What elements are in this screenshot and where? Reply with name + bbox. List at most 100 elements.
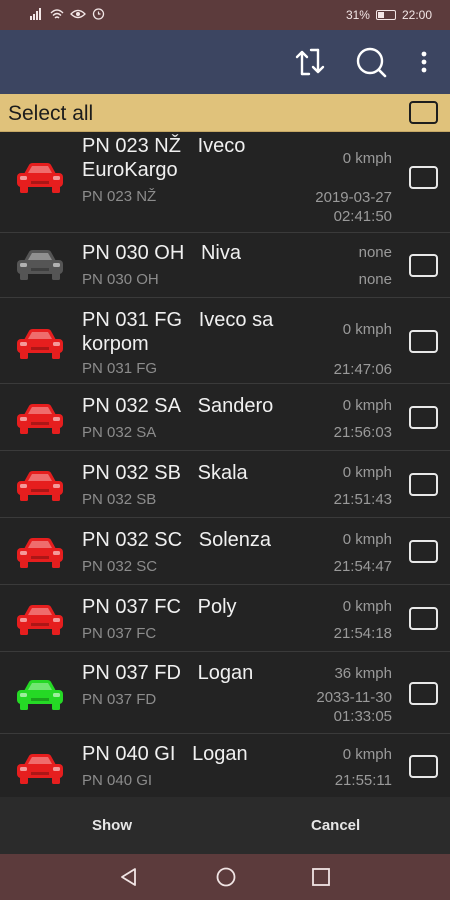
alarm-icon: [92, 8, 105, 20]
vehicle-last-update: 21:54:18: [333, 625, 392, 642]
vehicle-row[interactable]: PN 037 FD Logan PN 037 FD 36 kmph 2033-11-3…: [0, 652, 450, 734]
search-icon[interactable]: [353, 44, 389, 80]
vehicle-title: PN 032 SC Solenza: [82, 528, 312, 552]
vehicle-subtitle: PN 032 SA: [82, 424, 157, 441]
select-all-checkbox[interactable]: [409, 101, 438, 124]
vehicle-last-update: 21:55:11: [334, 772, 392, 789]
vehicle-model: Logan: [197, 662, 254, 684]
car-icon: [14, 535, 66, 571]
vehicle-model: Solenza: [198, 529, 272, 551]
car-icon: [14, 326, 66, 362]
back-icon[interactable]: [117, 866, 141, 888]
vehicle-model: Skala: [197, 462, 248, 484]
vehicle-title: PN 040 GI Logan: [82, 742, 312, 766]
vehicle-subtitle: PN 037 FC: [82, 625, 157, 642]
overflow-menu-icon[interactable]: [406, 44, 442, 80]
vehicle-checkbox[interactable]: [409, 166, 438, 189]
vehicle-plate: PN 032 SA: [82, 395, 181, 417]
vehicle-title: PN 037 FD Logan: [82, 661, 312, 685]
vehicle-last-update: 2033-11-30 01:33:05: [316, 689, 392, 725]
vehicle-checkbox[interactable]: [409, 682, 438, 705]
car-icon: [14, 751, 66, 787]
vehicle-plate: PN 032 SC: [82, 529, 183, 551]
vehicle-subtitle: PN 040 GI: [82, 772, 153, 789]
vehicle-speed: 36 kmph: [334, 665, 392, 682]
vehicle-last-update: 21:47:06: [333, 361, 392, 378]
vehicle-model: Poly: [197, 596, 237, 618]
vehicle-last-update: none: [358, 271, 392, 288]
home-icon[interactable]: [214, 866, 238, 888]
car-icon: [14, 468, 66, 504]
vehicle-list[interactable]: PN 023 NŽ Iveco EuroKargo PN 023 NŽ 0 kmph…: [0, 132, 450, 797]
car-icon: [14, 247, 66, 283]
system-nav-bar: [0, 854, 450, 900]
vehicle-subtitle: PN 023 NŽ: [82, 188, 157, 205]
vehicle-title: PN 030 OH Niva: [82, 241, 312, 265]
footer-bar: Show Cancel: [0, 797, 450, 854]
vehicle-plate: PN 023 NŽ: [82, 135, 181, 157]
vehicle-subtitle: PN 030 OH: [82, 271, 159, 288]
vehicle-plate: PN 030 OH: [82, 242, 185, 264]
vehicle-speed: 0 kmph: [342, 397, 392, 414]
vehicle-row[interactable]: PN 030 OH Niva PN 030 OH none none: [0, 233, 450, 298]
vehicle-speed: none: [358, 244, 392, 261]
vehicle-plate: PN 031 FG: [82, 309, 183, 331]
vehicle-plate: PN 032 SB: [82, 462, 181, 484]
car-icon: [14, 160, 66, 196]
vehicle-title: PN 032 SB Skala: [82, 461, 312, 485]
car-icon: [14, 401, 66, 437]
vehicle-speed: 0 kmph: [342, 746, 392, 763]
vehicle-row[interactable]: PN 032 SB Skala PN 032 SB 0 kmph 21:51:43: [0, 451, 450, 518]
sync-icon[interactable]: [292, 44, 328, 80]
vehicle-plate: PN 040 GI: [82, 743, 176, 765]
vehicle-title: PN 031 FG Iveco sa korpom: [82, 308, 312, 356]
vehicle-row[interactable]: PN 032 SA Sandero PN 032 SA 0 kmph 21:56:03: [0, 384, 450, 451]
vehicle-subtitle: PN 032 SC: [82, 558, 158, 575]
vehicle-checkbox[interactable]: [409, 540, 438, 563]
vehicle-last-update: 21:54:47: [333, 558, 392, 575]
vehicle-speed: 0 kmph: [342, 531, 392, 548]
vehicle-title: PN 032 SA Sandero: [82, 394, 312, 418]
eye-icon: [70, 9, 86, 18]
select-all-label: Select all: [8, 102, 94, 125]
vehicle-plate: PN 037 FD: [82, 662, 181, 684]
car-icon: [14, 677, 66, 713]
battery-icon: [375, 10, 396, 20]
cancel-button[interactable]: Cancel: [311, 817, 360, 834]
vehicle-model: Logan: [192, 743, 248, 765]
vehicle-checkbox[interactable]: [409, 755, 438, 778]
recents-icon[interactable]: [309, 866, 333, 888]
clock: 22:00: [401, 8, 432, 22]
select-all-bar[interactable]: Select all: [0, 94, 450, 132]
vehicle-checkbox[interactable]: [409, 330, 438, 353]
vehicle-speed: 0 kmph: [342, 150, 392, 167]
car-icon: [14, 602, 66, 638]
vehicle-title: PN 023 NŽ Iveco EuroKargo: [82, 134, 312, 182]
show-button[interactable]: Show: [92, 817, 132, 834]
vehicle-speed: 0 kmph: [342, 321, 392, 338]
signal-icon: [30, 7, 44, 20]
vehicle-model: Sandero: [197, 395, 274, 417]
vehicle-subtitle: PN 032 SB: [82, 491, 157, 508]
vehicle-last-update: 21:56:03: [333, 424, 392, 441]
vehicle-row[interactable]: PN 032 SC Solenza PN 032 SC 0 kmph 21:54:47: [0, 518, 450, 585]
vehicle-row[interactable]: PN 023 NŽ Iveco EuroKargo PN 023 NŽ 0 kmph…: [0, 132, 450, 233]
app-bar: [0, 30, 450, 94]
vehicle-speed: 0 kmph: [342, 464, 392, 481]
vehicle-row[interactable]: PN 037 FC Poly PN 037 FC 0 kmph 21:54:18: [0, 585, 450, 652]
vehicle-last-update: 21:51:43: [333, 491, 392, 508]
vehicle-subtitle: PN 037 FD: [82, 691, 157, 708]
vehicle-plate: PN 037 FC: [82, 596, 181, 618]
vehicle-row[interactable]: PN 031 FG Iveco sa korpom PN 031 FG 0 kmph…: [0, 298, 450, 384]
vehicle-speed: 0 kmph: [342, 598, 392, 615]
vehicle-last-update: 2019-03-27 02:41:50: [315, 189, 392, 225]
vehicle-checkbox[interactable]: [409, 254, 438, 277]
vehicle-title: PN 037 FC Poly: [82, 595, 312, 619]
vehicle-checkbox[interactable]: [409, 473, 438, 496]
vehicle-subtitle: PN 031 FG: [82, 360, 158, 377]
vehicle-row[interactable]: PN 040 GI Logan PN 040 GI 0 kmph 21:55:11: [0, 734, 450, 797]
status-bar: 31% 22:00: [0, 0, 450, 30]
vehicle-checkbox[interactable]: [409, 607, 438, 630]
vehicle-model: Niva: [200, 242, 241, 264]
vehicle-checkbox[interactable]: [409, 406, 438, 429]
